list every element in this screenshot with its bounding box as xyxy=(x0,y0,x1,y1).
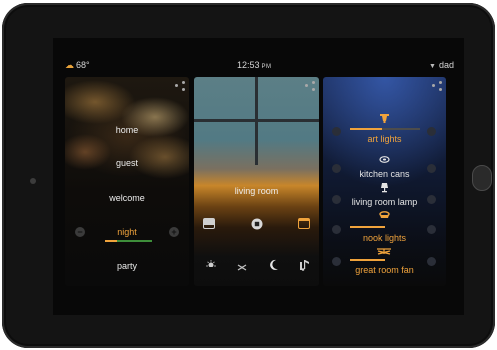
pendant-icon xyxy=(379,211,390,218)
room-name: living room xyxy=(234,186,279,196)
art-lights-fill xyxy=(350,128,382,130)
fan-icon xyxy=(377,248,391,255)
lamp-icon xyxy=(381,183,388,193)
scene-welcome[interactable]: welcome xyxy=(65,193,189,203)
moon-icon[interactable] xyxy=(269,259,279,271)
light-kitchen-cans[interactable]: kitchen cans xyxy=(323,169,446,179)
home-button[interactable] xyxy=(472,165,492,191)
nook-lights-fill[interactable] xyxy=(350,226,385,228)
sun-icon[interactable] xyxy=(206,260,216,267)
great-room-fan-fill[interactable] xyxy=(350,259,385,261)
partly-sunny-icon: ☁ xyxy=(65,60,74,70)
scenes-panel: home guest welcome − night + party xyxy=(65,77,189,286)
light-nook-lights[interactable]: nook lights xyxy=(323,233,446,243)
scene-home[interactable]: home xyxy=(65,125,189,135)
night-level-fill xyxy=(105,240,117,242)
can-light-icon xyxy=(379,156,390,163)
fan-icon[interactable] xyxy=(237,264,247,271)
weather-status: ☁ 68° xyxy=(65,60,90,71)
user-menu[interactable]: ▼ dad xyxy=(429,60,454,70)
music-icon[interactable] xyxy=(299,259,311,271)
night-level-remainder xyxy=(117,240,152,242)
temperature: 68° xyxy=(76,60,90,70)
shade-icon[interactable] xyxy=(203,218,215,229)
camera-dot xyxy=(30,178,36,184)
lights-panel: art lights kitchen cans living room lamp xyxy=(323,77,446,286)
stop-icon[interactable] xyxy=(251,218,263,230)
tablet-frame: ☁ 68° 12:53 PM ▼ dad home guest welcome − n… xyxy=(2,3,495,348)
ampm: PM xyxy=(261,64,272,70)
spotlight-icon xyxy=(380,114,389,123)
expand-icon[interactable] xyxy=(175,81,185,91)
light-great-room-fan[interactable]: great room fan xyxy=(323,265,446,275)
clock: 12:53 PM xyxy=(237,60,272,70)
window-open-icon[interactable] xyxy=(298,218,310,229)
light-art-lights[interactable]: art lights xyxy=(323,134,446,144)
expand-icon[interactable] xyxy=(432,81,442,91)
chevron-down-icon: ▼ xyxy=(429,63,436,70)
room-panel: living room xyxy=(194,77,319,286)
scene-party[interactable]: party xyxy=(65,261,189,271)
user-name: dad xyxy=(438,60,454,70)
expand-icon[interactable] xyxy=(305,81,315,91)
time: 12:53 xyxy=(237,60,260,70)
window-transom xyxy=(194,119,319,122)
app-screen: ☁ 68° 12:53 PM ▼ dad home guest welcome − n… xyxy=(53,38,464,315)
plus-button[interactable]: + xyxy=(169,227,179,237)
scene-guest[interactable]: guest xyxy=(65,158,189,168)
light-living-room-lamp[interactable]: living room lamp xyxy=(323,197,446,207)
